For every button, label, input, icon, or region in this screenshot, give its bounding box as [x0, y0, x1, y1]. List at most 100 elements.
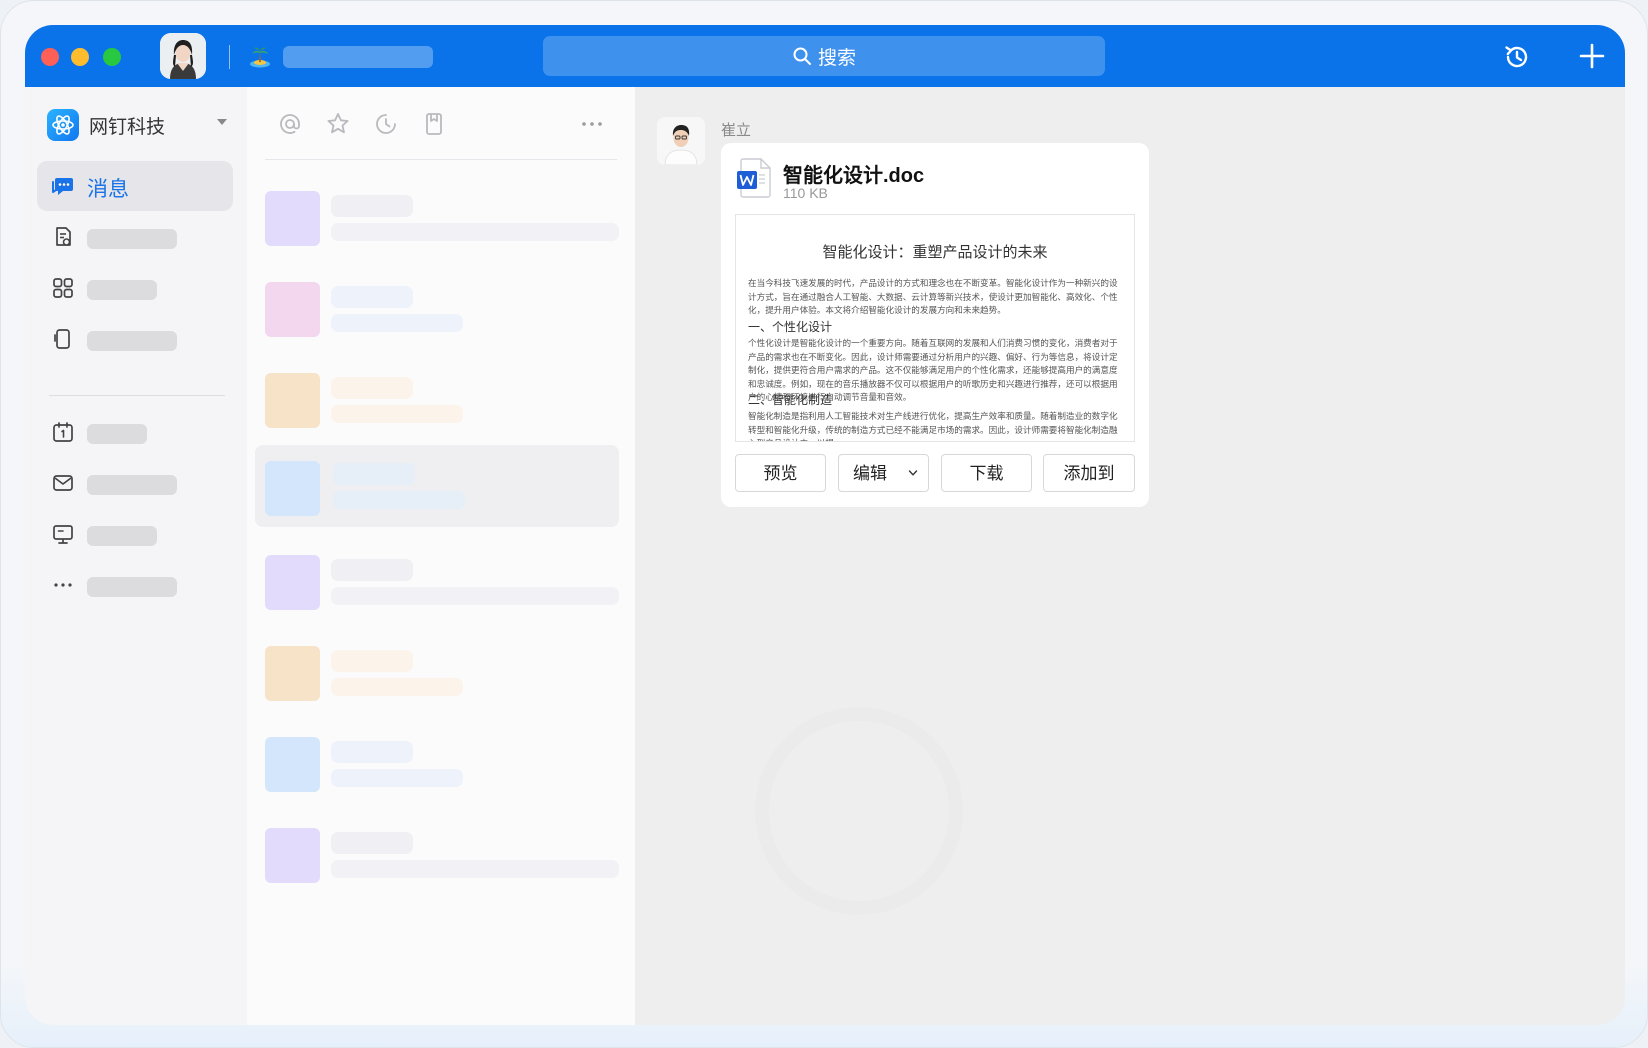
list-item-title	[331, 377, 413, 399]
list-item-avatar	[265, 555, 320, 610]
conversation-list	[247, 87, 635, 1025]
file-size: 110 KB	[783, 185, 828, 201]
document-clip-icon	[56, 227, 71, 246]
list-item[interactable]	[255, 359, 619, 441]
list-item-title	[331, 741, 413, 763]
sidebar-item-calendar[interactable]	[37, 407, 233, 457]
chevron-down-icon	[908, 470, 918, 476]
monitor-icon	[53, 525, 73, 544]
list-item-preview	[331, 405, 463, 423]
calendar-icon	[53, 422, 73, 442]
sidebar-divider	[49, 395, 225, 396]
watermark	[755, 707, 963, 915]
org-logo-icon	[47, 109, 79, 141]
preview-intro: 在当今科技飞速发展的时代，产品设计的方式和理念也在不断变革。智能化设计作为一种新…	[748, 278, 1118, 315]
close-window-button[interactable]	[41, 48, 59, 66]
minimize-window-button[interactable]	[71, 48, 89, 66]
list-item-avatar	[265, 828, 320, 883]
sidebar-item-workbench[interactable]	[37, 509, 233, 559]
apps-grid-icon	[53, 278, 73, 298]
document-preview[interactable]: 智能化设计：重塑产品设计的未来 在当今科技飞速发展的时代，产品设计的方式和理念也…	[735, 214, 1135, 442]
star-icon[interactable]	[325, 111, 351, 137]
recent-clock-icon[interactable]	[373, 111, 399, 137]
list-item-avatar	[265, 282, 320, 337]
sidebar-item-placeholder	[87, 229, 177, 249]
maximize-window-button[interactable]	[103, 48, 121, 66]
list-item-preview	[331, 223, 619, 241]
list-item[interactable]	[255, 177, 619, 259]
list-item-title	[331, 559, 413, 581]
list-item-preview	[333, 491, 465, 509]
edit-button[interactable]: 编辑	[838, 454, 929, 492]
app-frame: 搜索 网钉科技 消息 崔立 智能化设计.doc 110 KB 智能化设计：重塑产…	[0, 0, 1648, 1048]
list-item[interactable]	[255, 723, 619, 805]
sidebar-item-placeholder	[87, 424, 147, 444]
search-box[interactable]: 搜索	[543, 36, 1105, 76]
list-item[interactable]	[255, 268, 619, 350]
sidebar-item-more[interactable]	[37, 560, 233, 610]
list-item-avatar	[265, 191, 320, 246]
sidebar-item-placeholder	[87, 577, 177, 597]
user-avatar-image	[160, 33, 206, 79]
sidebar-item-docs[interactable]	[37, 212, 233, 262]
sidebar-item-device[interactable]	[37, 314, 233, 364]
sidebar-item-messages[interactable]: 消息	[37, 161, 233, 211]
bookmark-icon[interactable]	[421, 111, 447, 137]
list-item[interactable]	[255, 814, 619, 896]
org-switcher[interactable]: 网钉科技	[47, 109, 165, 141]
user-avatar[interactable]	[160, 33, 206, 79]
chat-bubble-icon	[52, 178, 73, 195]
sidebar-item-label: 消息	[87, 178, 129, 201]
list-item-title	[331, 195, 413, 217]
title-bar: 搜索	[25, 25, 1625, 87]
chevron-down-icon[interactable]	[217, 119, 227, 125]
download-button[interactable]: 下载	[941, 454, 1032, 492]
list-item-title	[331, 832, 413, 854]
at-mention-icon[interactable]	[277, 111, 303, 137]
list-item-avatar	[265, 373, 320, 428]
history-icon[interactable]	[1503, 43, 1531, 71]
sender-avatar[interactable]	[657, 117, 705, 165]
preview-button[interactable]: 预览	[735, 454, 826, 492]
list-item[interactable]	[255, 632, 619, 714]
list-item-preview	[331, 678, 463, 696]
list-item-title	[331, 650, 413, 672]
list-item[interactable]	[255, 541, 619, 623]
file-message-card[interactable]: 智能化设计.doc 110 KB 智能化设计：重塑产品设计的未来 在当今科技飞速…	[721, 143, 1149, 507]
sidebar-item-placeholder	[87, 475, 177, 495]
sidebar-item-placeholder	[87, 526, 157, 546]
more-icon	[54, 583, 72, 587]
sidebar-item-apps[interactable]	[37, 263, 233, 313]
edit-button-label: 编辑	[853, 464, 887, 483]
list-item-preview	[331, 587, 619, 605]
more-horizontal-icon[interactable]	[579, 111, 605, 137]
list-item-title	[331, 286, 413, 308]
sidebar-item-placeholder	[87, 280, 157, 300]
org-name: 网钉科技	[89, 116, 166, 138]
preview-paragraph-2: 智能化制造是指利用人工智能技术对生产线进行优化，提高生产效率和质量。随着制造业的…	[748, 411, 1118, 441]
list-item-title	[333, 463, 415, 485]
island-status-icon[interactable]	[247, 43, 273, 69]
search-label: 搜索	[817, 47, 856, 69]
mail-icon	[53, 475, 73, 491]
phone-device-icon	[54, 329, 70, 349]
plus-icon[interactable]	[1579, 43, 1605, 69]
list-item-preview	[331, 860, 619, 878]
list-item-preview	[331, 769, 463, 787]
preview-heading-1: 一、个性化设计	[748, 320, 833, 334]
search-icon	[793, 47, 811, 65]
status-placeholder	[283, 46, 433, 68]
file-name[interactable]: 智能化设计.doc	[783, 159, 924, 188]
list-item-selected[interactable]	[255, 445, 619, 527]
preview-heading-2: 二、智能化制造	[748, 393, 833, 407]
chat-panel: 崔立 智能化设计.doc 110 KB 智能化设计：重塑产品设计的未来 在当今科…	[635, 87, 1625, 1025]
sidebar: 网钉科技 消息	[25, 87, 248, 1025]
list-item-avatar	[265, 737, 320, 792]
sidebar-item-placeholder	[87, 331, 177, 351]
list-divider	[265, 159, 617, 160]
word-document-icon	[737, 158, 771, 198]
list-item-avatar	[265, 646, 320, 701]
list-item-preview	[331, 314, 463, 332]
add-to-button[interactable]: 添加到	[1043, 454, 1135, 492]
sidebar-item-mail[interactable]	[37, 458, 233, 508]
